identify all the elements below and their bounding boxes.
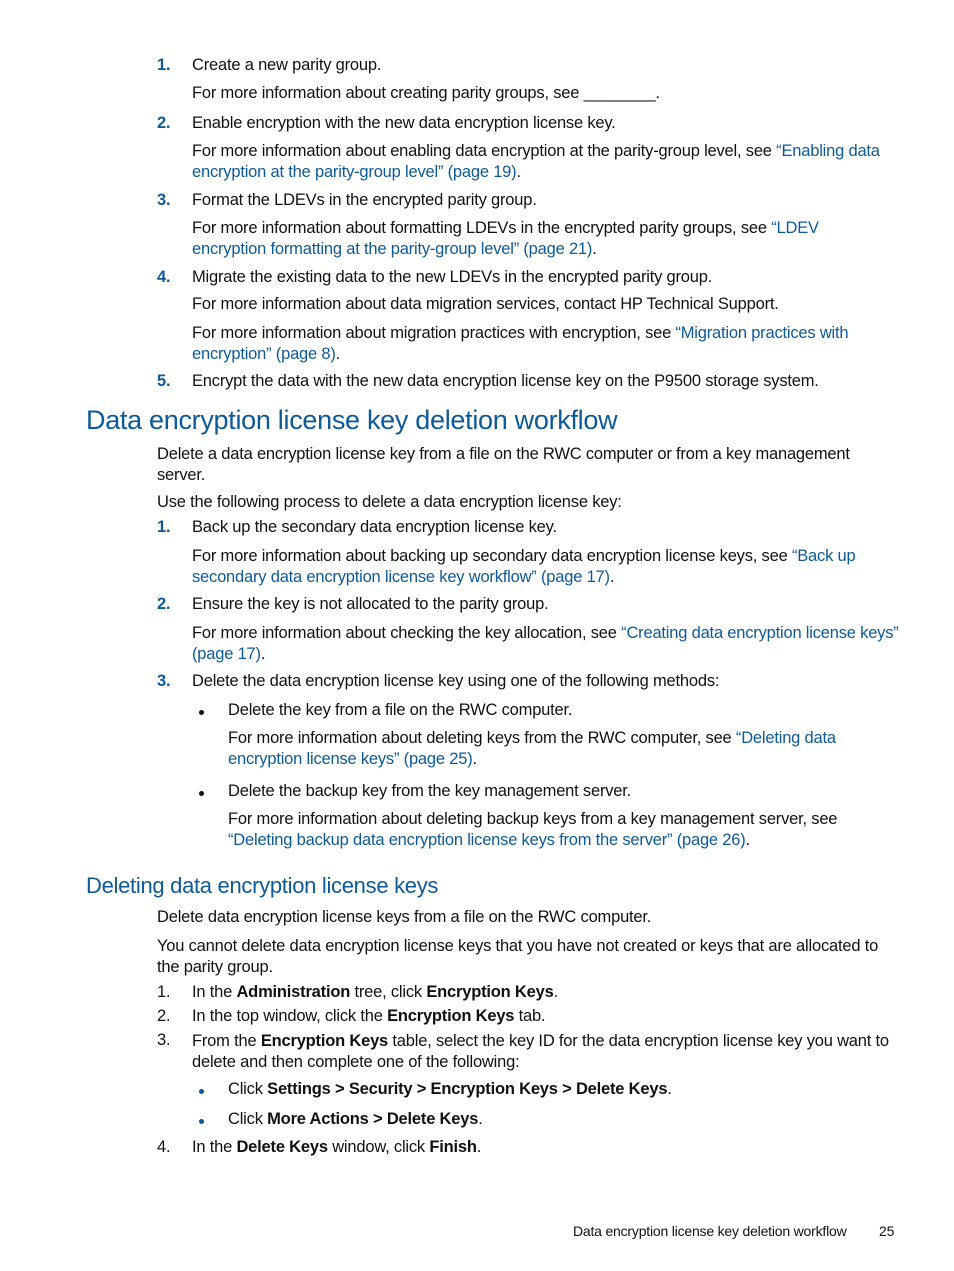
bullet-text: Delete the key from a file on the RWC co… [228,701,573,719]
info-punct: . [260,645,266,663]
text-run: In the top window, click the [192,1007,388,1025]
info-punct: . [609,568,615,586]
text-run: . [553,983,559,1001]
footer-title: Data encryption license key deletion wor… [573,1223,847,1239]
text-run: . [478,1110,483,1128]
step-number: 1. [157,518,171,536]
subsection-note: You cannot delete data encryption licens… [157,937,879,976]
bullet-info: For more information about deleting back… [228,809,900,851]
step-text: From the Encryption Keys table, select t… [192,1031,902,1073]
step-text: Delete the data encryption license key u… [192,672,720,690]
text-run: tree, click [350,983,427,1001]
step-text: Back up the secondary data encryption li… [192,518,557,536]
info-text: For more information about checking the … [192,624,622,642]
info-text: For more information about migration pra… [192,324,676,342]
step-number: 3. [157,672,171,690]
info-text: For more information about enabling data… [192,142,777,160]
step-number: 5. [157,372,171,390]
subsection-intro: Delete data encryption license keys from… [157,908,652,926]
text-run: In the [192,1138,237,1156]
step-text: Create a new parity group. [192,56,382,74]
ui-term-encryption-keys: Encryption Keys [426,983,554,1001]
step-text: In the Administration tree, click Encryp… [192,983,558,1002]
info-punct: . [592,240,597,258]
text-run: . [667,1080,672,1098]
step-number: 3. [157,191,171,209]
bullet-text: Delete the backup key from the key manag… [228,782,632,800]
bullet-icon [199,1089,204,1094]
info-punct: . [516,163,521,181]
ui-term-finish: Finish [429,1138,477,1156]
info-punct: . [472,750,478,768]
menu-path-more-actions: More Actions > Delete Keys [267,1110,479,1128]
bullet-info: For more information about deleting keys… [228,728,888,770]
section-lead: Use the following process to delete a da… [157,493,622,511]
info-text: For more information about deleting keys… [228,729,736,747]
step-info: For more information about formatting LD… [192,218,872,260]
ui-term-administration: Administration [236,983,351,1001]
step-number: 4. [157,1138,171,1156]
info-text: For more information about deleting back… [228,810,838,828]
page-number: 25 [879,1223,895,1239]
section-intro: Delete a data encryption license key fro… [157,445,850,484]
step-text: In the top window, click the Encryption … [192,1007,546,1026]
text-run: Click [228,1110,268,1128]
step-number: 2. [157,1007,171,1025]
info-text: For more information about backing up se… [192,547,792,565]
step-info: For more information about creating pari… [192,84,660,102]
info-punct: . [335,345,341,363]
step-info: For more information about migration pra… [192,323,904,365]
step-number: 2. [157,595,171,613]
text-run: Click [228,1080,268,1098]
bullet-text: Click Settings > Security > Encryption K… [228,1080,672,1099]
info-text: For more information about formatting LD… [192,219,772,237]
cross-reference-link[interactable]: “Deleting backup data encryption license… [228,831,746,849]
step-number: 1. [157,56,171,74]
step-number: 1. [157,983,171,1001]
ui-term-delete-keys: Delete Keys [236,1138,328,1156]
text-run: tab. [514,1007,546,1025]
bullet-icon [199,791,204,796]
step-text: In the Delete Keys window, click Finish. [192,1138,481,1157]
step-text: Migrate the existing data to the new LDE… [192,268,713,286]
step-text: Enable encryption with the new data encr… [192,114,616,132]
text-run: . [476,1138,482,1156]
ui-term-encryption-keys-table: Encryption Keys [260,1032,389,1050]
text-run: window, click [327,1138,430,1156]
step-text: Format the LDEVs in the encrypted parity… [192,191,537,209]
section-heading: Data encryption license key deletion wor… [86,405,618,435]
text-run: In the [192,983,237,1001]
bullet-icon [199,1119,204,1124]
step-number: 4. [157,268,171,286]
step-number: 2. [157,114,171,132]
ui-term-encryption-keys-tab: Encryption Keys [387,1007,515,1025]
text-run: From the [192,1032,261,1050]
menu-path-settings: Settings > Security > Encryption Keys > … [267,1080,668,1098]
step-info: For more information about data migratio… [192,295,779,313]
step-info: For more information about backing up se… [192,546,892,588]
step-info: For more information about checking the … [192,623,904,665]
subsection-heading: Deleting data encryption license keys [86,873,439,898]
step-text: Ensure the key is not allocated to the p… [192,595,549,613]
step-number: 3. [157,1031,171,1049]
info-punct: . [745,831,751,849]
bullet-text: Click More Actions > Delete Keys. [228,1110,483,1129]
step-info: For more information about enabling data… [192,141,900,183]
step-text: Encrypt the data with the new data encry… [192,372,819,390]
bullet-icon [199,710,204,715]
